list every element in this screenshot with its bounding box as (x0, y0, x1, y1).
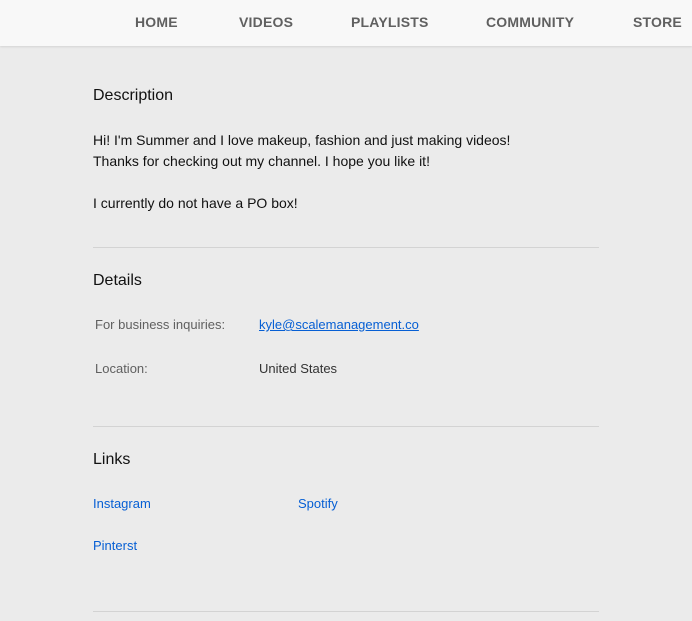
business-inquiries-label: For business inquiries: (95, 317, 226, 332)
details-heading: Details (93, 272, 142, 289)
details-section: Details For business inquiries: kyle@sca… (93, 272, 599, 382)
description-line: Hi! I'm Summer and I love makeup, fashio… (93, 132, 511, 148)
section-divider (93, 611, 599, 612)
tab-videos[interactable]: VIDEOS (239, 0, 293, 46)
description-line: I currently do not have a PO box! (93, 195, 298, 211)
location-value: United States (259, 361, 338, 376)
description-line: Thanks for checking out my channel. I ho… (93, 153, 430, 169)
location-label: Location: (95, 361, 148, 376)
tab-home[interactable]: HOME (135, 0, 178, 46)
tab-community[interactable]: COMMUNITY (486, 0, 574, 46)
description-section: Description Hi! I'm Summer and I love ma… (93, 87, 599, 217)
section-divider (93, 426, 599, 427)
link-pinterest[interactable]: Pinterst (93, 538, 137, 553)
link-spotify[interactable]: Spotify (298, 496, 338, 511)
links-section: Links Instagram Spotify Pinterst (93, 451, 599, 561)
description-heading: Description (93, 87, 174, 104)
tab-playlists[interactable]: PLAYLISTS (351, 0, 429, 46)
channel-tab-bar: HOME VIDEOS PLAYLISTS COMMUNITY STORE (0, 0, 692, 46)
section-divider (93, 247, 599, 248)
business-email-link[interactable]: kyle@scalemanagement.co (259, 317, 419, 332)
tab-store[interactable]: STORE (633, 0, 682, 46)
link-instagram[interactable]: Instagram (93, 496, 151, 511)
links-heading: Links (93, 451, 131, 468)
